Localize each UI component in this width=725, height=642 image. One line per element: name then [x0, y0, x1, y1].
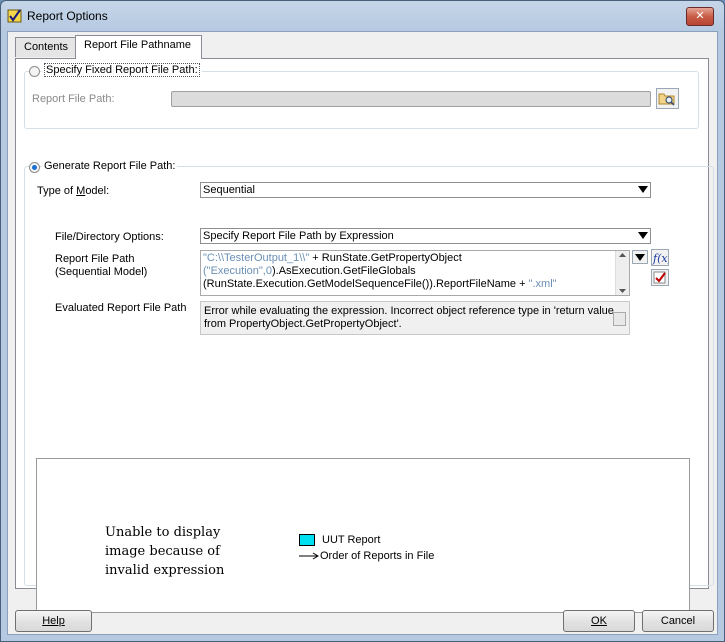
preview-error-message: Unable to display image because of inval…	[105, 523, 224, 580]
close-button[interactable]: ✕	[686, 7, 714, 26]
evaluated-path-line-2: from PropertyObject.GetPropertyObject'.	[204, 318, 402, 330]
tab-report-file-pathname[interactable]: Report File Pathname	[75, 35, 202, 59]
file-directory-options-select[interactable]: Specify Report File Path by Expression	[200, 228, 651, 244]
file-directory-options-label: File/Directory Options:	[55, 231, 164, 243]
evaluated-path-label: Evaluated Report File Path	[55, 302, 187, 314]
ok-button[interactable]: OK	[563, 610, 635, 632]
report-file-path-expr-sublabel: (Sequential Model)	[55, 266, 148, 278]
folder-search-icon	[658, 93, 675, 106]
generate-path-radio-label[interactable]: Generate Report File Path:	[42, 160, 178, 172]
type-of-model-label: Type of Model:	[37, 185, 110, 197]
type-of-model-value: Sequential	[203, 184, 255, 196]
ok-button-label: OK	[591, 615, 607, 627]
help-button-label: Help	[42, 615, 65, 627]
fixed-path-radio-label[interactable]: Specify Fixed Report File Path:	[42, 63, 202, 77]
check-expression-button[interactable]	[651, 269, 669, 286]
evaluated-path-line-1: Error while evaluating the expression. I…	[204, 305, 614, 317]
fixed-path-input[interactable]	[171, 91, 651, 107]
chevron-down-icon	[638, 186, 648, 193]
uut-report-legend-label: UUT Report	[322, 534, 381, 546]
report-options-dialog: Report Options ✕ Contents Report File Pa…	[0, 0, 725, 642]
function-browser-icon: f(x)	[652, 252, 672, 265]
expression-line-1: "C:\\TesterOutput_1\\" + RunState.GetPro…	[203, 252, 462, 264]
check-expression-icon	[653, 271, 666, 284]
help-button[interactable]: Help	[15, 610, 92, 632]
generate-path-radio[interactable]	[29, 162, 40, 173]
chevron-down-icon	[638, 232, 648, 239]
preview-error-line-2: image because of	[105, 544, 220, 559]
report-file-path-expr-label: Report File Path	[55, 253, 135, 265]
app-icon	[7, 9, 22, 23]
svg-text:f(x): f(x)	[652, 252, 668, 265]
preview-error-line-3: invalid expression	[105, 563, 225, 578]
arrow-right-icon	[299, 552, 319, 560]
evaluated-scroll-thumb[interactable]	[613, 312, 626, 326]
fixed-path-radio[interactable]	[29, 66, 40, 77]
expression-scrollbar[interactable]	[615, 251, 629, 295]
expression-line-2: ("Execution",0).AsExecution.GetFileGloba…	[203, 265, 416, 277]
type-of-model-select[interactable]: Sequential	[200, 182, 651, 198]
cancel-button-label: Cancel	[660, 615, 696, 627]
evaluated-path-box: Error while evaluating the expression. I…	[200, 301, 630, 335]
uut-report-swatch	[299, 534, 315, 546]
window-title: Report Options	[27, 9, 108, 23]
file-directory-options-value: Specify Report File Path by Expression	[203, 230, 394, 242]
function-browser-button[interactable]: f(x)	[651, 249, 672, 266]
preview-error-line-1: Unable to display	[105, 525, 221, 540]
report-file-path-label: Report File Path:	[32, 93, 115, 105]
dropdown-arrow-icon	[635, 254, 645, 261]
report-path-expression-editor[interactable]: "C:\\TesterOutput_1\\" + RunState.GetPro…	[200, 250, 630, 296]
tab-panel-report-file-pathname: Specify Fixed Report File Path: Report F…	[15, 58, 714, 613]
expression-line-3: (RunState.Execution.GetModelSequenceFile…	[203, 278, 557, 290]
tab-contents[interactable]: Contents	[15, 37, 78, 57]
expression-dropdown-button[interactable]	[632, 250, 648, 264]
dialog-body: Contents Report File Pathname Specify Fi…	[7, 31, 718, 635]
title-bar[interactable]: Report Options ✕	[1, 1, 724, 31]
order-of-reports-legend-label: Order of Reports in File	[320, 550, 435, 562]
cancel-button[interactable]: Cancel	[642, 610, 714, 632]
browse-button[interactable]	[656, 88, 679, 109]
